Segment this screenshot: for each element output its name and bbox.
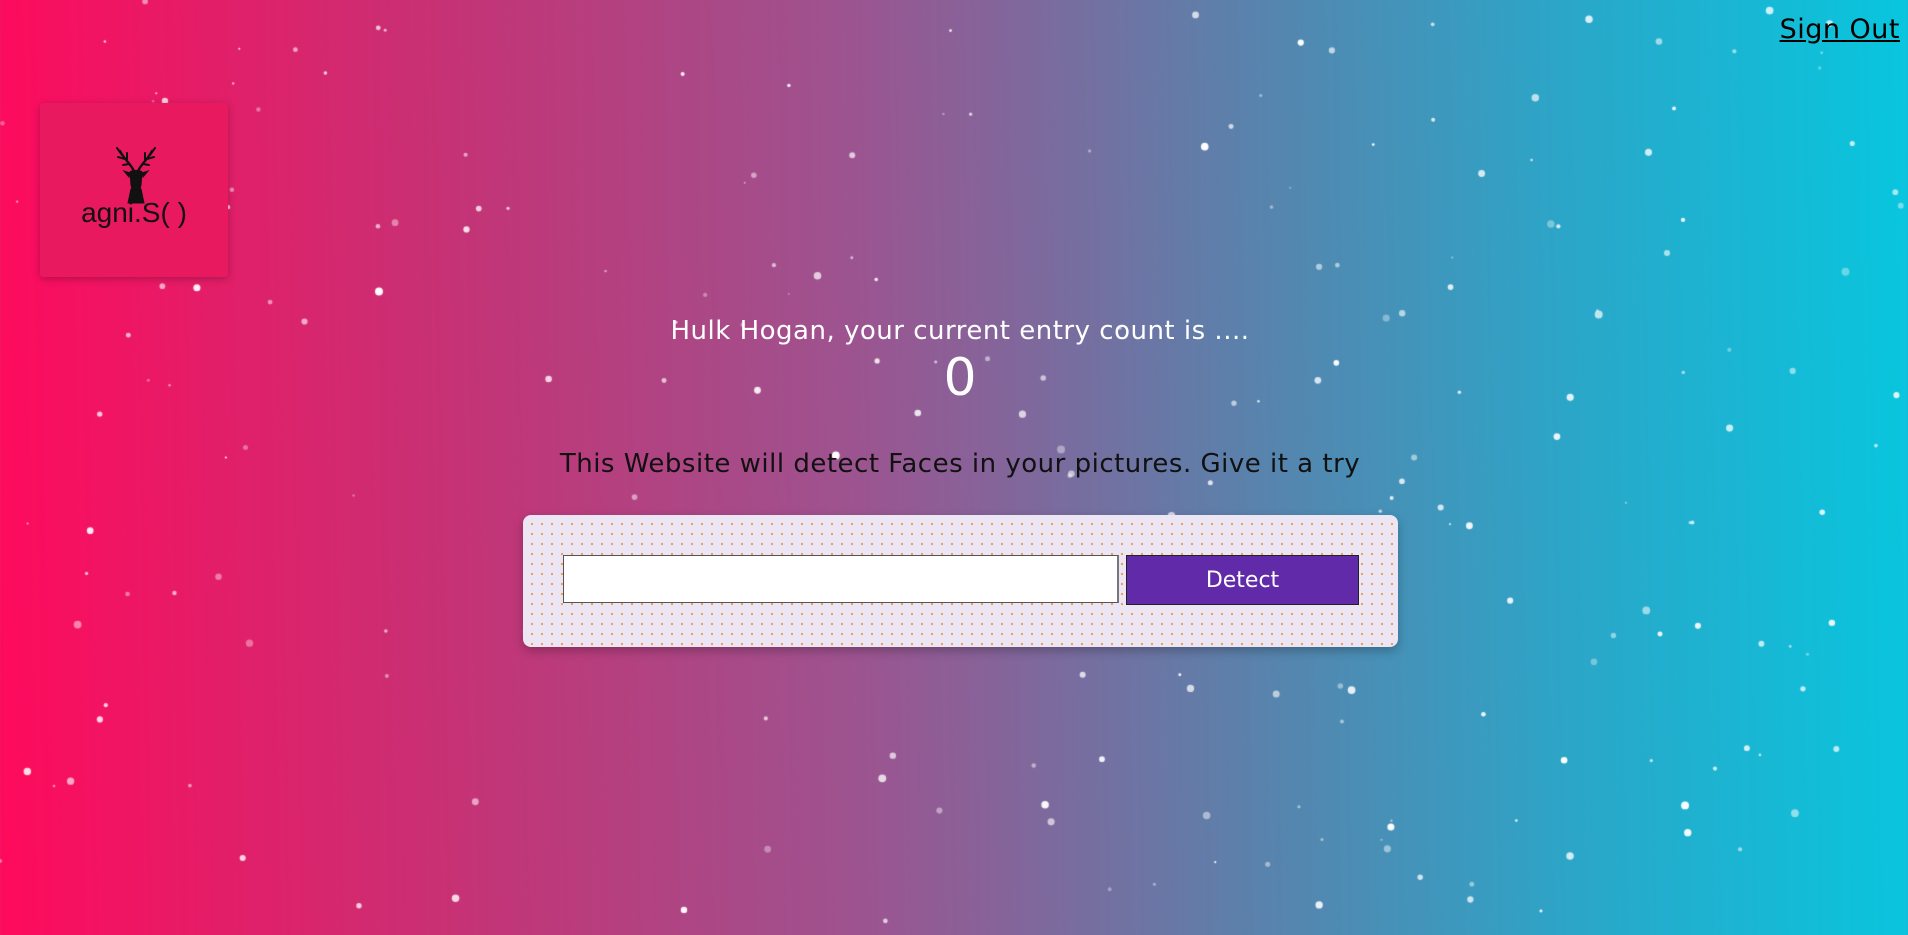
- logo-text: agni.S( ): [81, 197, 187, 228]
- image-link-form: Detect: [523, 515, 1398, 647]
- image-url-input[interactable]: [563, 555, 1119, 603]
- deer-head-icon: [116, 147, 156, 204]
- entry-count-value: 0: [943, 348, 977, 408]
- logo-card[interactable]: agni.S( ): [40, 103, 228, 277]
- page-tagline: This Website will detect Faces in your p…: [559, 449, 1361, 479]
- detect-button[interactable]: Detect: [1126, 555, 1359, 605]
- sign-out-link[interactable]: Sign Out: [1780, 14, 1900, 45]
- entry-count-greeting: Hulk Hogan, your current entry count is …: [670, 316, 1250, 346]
